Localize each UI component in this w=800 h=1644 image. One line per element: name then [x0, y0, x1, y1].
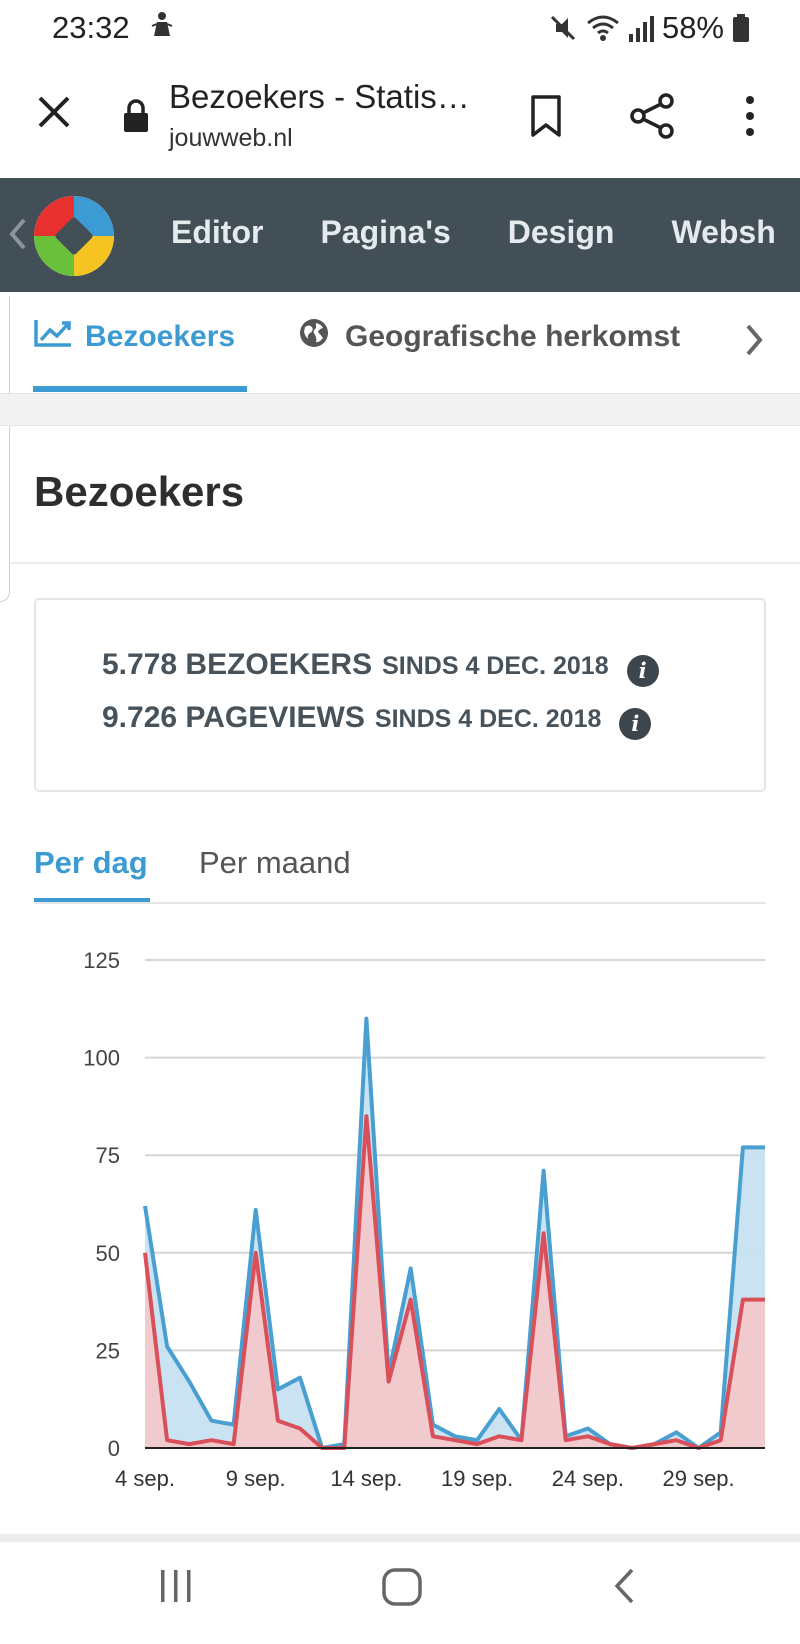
line-chart-icon [33, 318, 73, 356]
visitors-stat: 5.778 BEZOEKERS SINDS 4 DEC. 2018 i [102, 648, 659, 687]
info-icon[interactable]: i [626, 655, 659, 687]
series-line [143, 1114, 765, 1450]
globe-icon [299, 318, 329, 356]
battery-icon [732, 13, 750, 43]
y-tick-label: 25 [96, 1338, 120, 1363]
stats-summary-card: 5.778 BEZOEKERS SINDS 4 DEC. 2018 i 9.72… [34, 598, 766, 792]
status-bar: 23:32 58% [0, 0, 800, 58]
pageviews-stat: 9.726 PAGEVIEWS SINDS 4 DEC. 2018 i [102, 701, 652, 740]
visitors-since: SINDS 4 DEC. 2018 [382, 652, 609, 680]
nav-editor[interactable]: Editor [171, 214, 263, 251]
visitors-chart: 0 25 50 75 100 125 4 sep. 9 sep. 14 sep. 19 sep. 2… [83, 948, 765, 1491]
share-icon[interactable] [628, 92, 676, 140]
browser-toolbar: Bezoekers - Statis… jouwweb.nl [0, 58, 800, 178]
page-tab-title[interactable]: Bezoekers - Statis… [169, 78, 470, 116]
x-tick-label: 19 sep. [441, 1466, 513, 1491]
notification-person-icon [150, 10, 174, 45]
stats-subtabs: Bezoekers Geografische herkomst [0, 292, 800, 394]
x-tick-label: 9 sep. [226, 1466, 286, 1491]
lock-icon [122, 98, 150, 134]
y-tick-label: 100 [83, 1046, 120, 1071]
visitors-count: 5.778 BEZOEKERS [102, 648, 373, 681]
battery-level: 58% [661, 10, 724, 45]
nav-paginas[interactable]: Pagina's [320, 214, 450, 251]
url-text[interactable]: jouwweb.nl [169, 124, 293, 153]
y-tick-label: 125 [83, 948, 120, 973]
chevron-left-icon[interactable] [8, 216, 28, 252]
app-navigation: Editor Pagina's Design Websh [0, 178, 800, 292]
info-icon[interactable]: i [619, 708, 652, 740]
mute-icon [548, 13, 578, 43]
x-tick-label: 29 sep. [662, 1466, 734, 1491]
status-time: 23:32 [52, 10, 130, 45]
series-line [143, 1016, 765, 1450]
status-icons: 58% [548, 10, 750, 46]
pageviews-since: SINDS 4 DEC. 2018 [374, 705, 602, 733]
home-icon[interactable] [380, 1566, 424, 1608]
x-tick-label: 24 sep. [552, 1466, 624, 1491]
divider [10, 562, 800, 564]
pageviews-count: 9.726 PAGEVIEWS [102, 701, 365, 734]
tab-per-dag[interactable]: Per dag [34, 845, 148, 881]
side-panel-edge [0, 296, 10, 602]
tab-per-maand[interactable]: Per maand [199, 845, 351, 881]
active-tab-indicator [33, 386, 247, 392]
tab-geografische-label: Geografische herkomst [345, 320, 681, 353]
divider [34, 902, 766, 904]
close-icon[interactable] [30, 88, 78, 136]
more-vert-icon[interactable] [738, 94, 762, 138]
x-tick-label: 14 sep. [330, 1466, 402, 1491]
y-tick-label: 75 [96, 1143, 120, 1168]
wifi-icon [586, 13, 620, 43]
bookmark-icon[interactable] [528, 94, 564, 138]
recent-apps-icon[interactable] [158, 1566, 194, 1606]
tab-geografische-herkomst[interactable]: Geografische herkomst [299, 318, 680, 356]
chevron-right-icon[interactable] [744, 322, 764, 358]
x-tick-label: 4 sep. [115, 1466, 175, 1491]
page-title: Bezoekers [34, 468, 245, 515]
section-separator [0, 394, 800, 426]
nav-design[interactable]: Design [508, 214, 615, 251]
nav-webshop[interactable]: Websh [671, 214, 775, 251]
jouwweb-logo[interactable] [32, 194, 116, 278]
tab-bezoekers[interactable]: Bezoekers [33, 318, 235, 356]
android-navigation-bar [0, 1542, 800, 1644]
y-tick-label: 0 [108, 1436, 120, 1461]
signal-icon [628, 14, 654, 42]
tab-bezoekers-label: Bezoekers [85, 320, 236, 353]
divider [0, 1534, 800, 1542]
y-tick-label: 50 [96, 1241, 120, 1266]
back-icon[interactable] [612, 1566, 636, 1606]
